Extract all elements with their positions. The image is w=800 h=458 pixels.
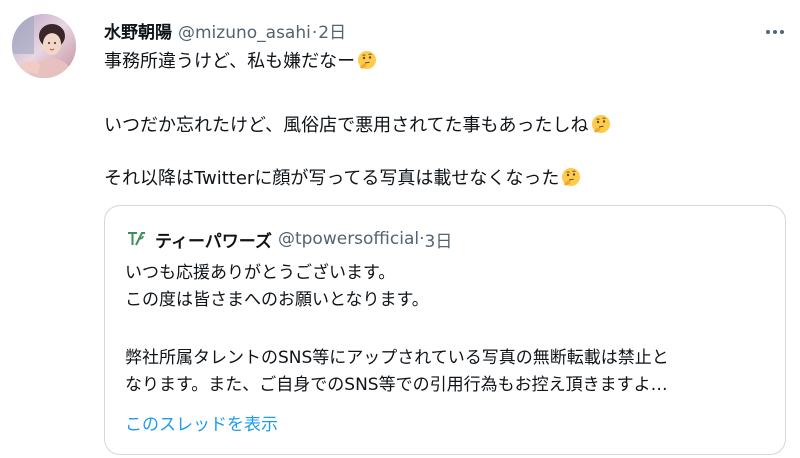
author-handle[interactable]: @mizuno_asahi <box>178 23 311 43</box>
tweet-text: 事務所違うけど、私も嫌だなー <box>104 51 356 72</box>
tweet[interactable]: 水野朝陽 @mizuno_asahi · 2日 事務所違うけど、私も嫌だなー い… <box>0 0 800 458</box>
quoted-tweet-text: いつも応援ありがとうございます。 <box>125 263 396 283</box>
separator-dot: · <box>311 23 318 43</box>
tweet-text: それ以降はTwitterに顔が写ってる写真は載せなくなった <box>104 168 560 189</box>
quoted-tweet[interactable]: ティーパワーズ @tpowersofficial · 3日 いつも応援ありがとう… <box>104 205 786 455</box>
quoted-tweet-text: なります。また、ご自身でのSNS等での引用行為もお控え頂きますよ… <box>125 375 668 395</box>
avatar[interactable] <box>12 14 76 78</box>
quoted-author-name[interactable]: ティーパワーズ <box>155 227 272 252</box>
tweet-time[interactable]: 2日 <box>318 18 346 43</box>
tweet-header: 水野朝陽 @mizuno_asahi · 2日 <box>104 18 346 48</box>
quoted-tweet-time[interactable]: 3日 <box>425 227 453 252</box>
quoted-tweet-text: この度は皆さまへのお願いとなります。 <box>125 290 429 310</box>
author-name[interactable]: 水野朝陽 <box>104 18 172 43</box>
quoted-author-handle[interactable]: @tpowersofficial <box>278 229 419 249</box>
show-thread-link[interactable]: このスレッドを表示 <box>125 412 278 438</box>
thinking-face-icon <box>562 168 581 186</box>
tweet-text-line: いつだか忘れたけど、風俗店で悪用されてた事もあったしね <box>104 113 611 139</box>
quoted-tweet-text: 弊社所属タレントのSNS等にアップされている写真の無断転載は禁止と <box>125 348 669 368</box>
avatar-photo-icon <box>12 14 76 78</box>
tweet-text-line: 事務所違うけど、私も嫌だなー <box>104 49 377 75</box>
more-dots-icon[interactable] <box>760 20 790 44</box>
quoted-tweet-header: ティーパワーズ @tpowersofficial · 3日 <box>125 226 452 252</box>
thinking-face-icon <box>591 115 610 133</box>
tweet-text-line: それ以降はTwitterに顔が写ってる写真は載せなくなった <box>104 166 581 192</box>
tpowers-logo-icon <box>128 232 145 246</box>
tweet-text: いつだか忘れたけど、風俗店で悪用されてた事もあったしね <box>104 115 589 136</box>
thinking-face-icon <box>358 51 377 69</box>
